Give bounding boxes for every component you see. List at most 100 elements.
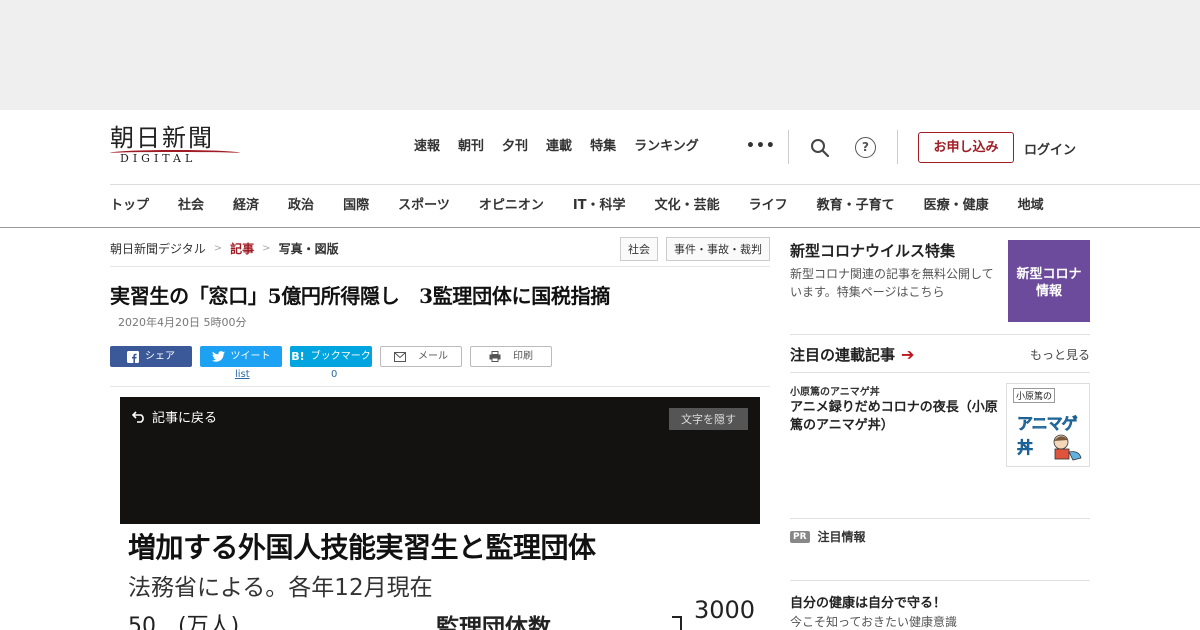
back-arrow-icon: [132, 410, 144, 423]
topnav-ranking[interactable]: ランキング: [634, 138, 699, 156]
divider: [897, 130, 898, 164]
divider: [790, 580, 1090, 581]
site-logo[interactable]: 朝日新聞 DIGITAL: [110, 124, 240, 168]
promo-description[interactable]: 今こそ知っておきたい健康意識: [790, 613, 957, 630]
back-to-article-link[interactable]: 記事に戻る: [132, 407, 217, 426]
share-buttons: シェア ツイート B! ブックマーク メール 印刷: [110, 346, 552, 367]
catnav-top[interactable]: トップ: [110, 185, 149, 228]
hide-text-button[interactable]: 文字を隠す: [669, 408, 748, 430]
breadcrumb: 朝日新聞デジタル > 記事 > 写真・図版: [110, 240, 339, 257]
pr-section-label: 注目情報: [817, 530, 866, 544]
topnav-feature[interactable]: 特集: [590, 138, 616, 156]
infographic-left-axis-label: 50 (万人): [128, 614, 240, 630]
promo-title[interactable]: 自分の健康は自分で守る！: [790, 592, 946, 611]
top-ad-area: [0, 0, 1200, 110]
twitter-count[interactable]: list: [235, 369, 250, 380]
category-nav: トップ 社会 経済 政治 国際 スポーツ オピニオン IT・科学 文化・芸能 ラ…: [110, 184, 1200, 228]
tag-society[interactable]: 社会: [620, 237, 658, 261]
top-nav: 速報 朝刊 夕刊 連載 特集 ランキング: [414, 138, 717, 156]
more-link[interactable]: もっと見る: [1030, 346, 1090, 363]
catnav-health[interactable]: 医療・健康: [924, 185, 989, 228]
print-label: 印刷: [513, 351, 533, 362]
divider: [110, 386, 770, 387]
serial-section-title[interactable]: 注目の連載記事 ➔: [790, 344, 914, 365]
article-main: 朝日新聞デジタル > 記事 > 写真・図版 社会 事件・事故・裁判 実習生の「窓…: [110, 228, 770, 630]
logo-text: 朝日新聞: [110, 124, 214, 152]
divider: [790, 334, 1090, 335]
divider: [790, 518, 1090, 519]
hatena-bookmark-button[interactable]: B! ブックマーク: [290, 346, 372, 367]
article-tags: 社会 事件・事故・裁判: [620, 237, 770, 261]
hatena-count[interactable]: 0: [331, 369, 337, 380]
serial-section-label: 注目の連載記事: [790, 346, 896, 364]
pr-badge: PR: [790, 530, 810, 543]
topnav-morning[interactable]: 朝刊: [458, 138, 484, 156]
infographic-series-label: 監理団体数: [436, 615, 551, 630]
photo-viewer: 記事に戻る 文字を隠す: [120, 397, 760, 524]
article-headline: 実習生の「窓口」5億円所得隠し 3監理団体に国税指摘: [110, 284, 611, 308]
catnav-politics[interactable]: 政治: [288, 185, 314, 228]
breadcrumb-home[interactable]: 朝日新聞デジタル: [110, 240, 206, 257]
mail-label: メール: [418, 351, 448, 362]
infographic-image: 増加する外国人技能実習生と監理団体 法務省による。各年12月現在 50 (万人)…: [120, 524, 760, 630]
catnav-region[interactable]: 地域: [1018, 185, 1044, 228]
facebook-share-label: シェア: [145, 351, 175, 362]
subscribe-button[interactable]: お申し込み: [918, 132, 1014, 163]
pr-section-header: PR 注目情報: [790, 528, 866, 545]
breadcrumb-section[interactable]: 記事: [230, 240, 254, 257]
topnav-breaking[interactable]: 速報: [414, 138, 440, 156]
catnav-culture[interactable]: 文化・芸能: [655, 185, 720, 228]
infographic-right-axis-label: 3000: [694, 596, 756, 624]
hatena-icon: B!: [291, 350, 305, 363]
logo-swoosh: [110, 150, 240, 156]
corona-feature-description[interactable]: 新型コロナ関連の記事を無料公開しています。特集ページはこちら: [790, 265, 1002, 301]
catnav-life[interactable]: ライフ: [749, 185, 788, 228]
facebook-share-button[interactable]: シェア: [110, 346, 192, 367]
sidebar: 新型コロナウイルス特集 新型コロナ関連の記事を無料公開しています。特集ページはこ…: [790, 228, 1090, 630]
mail-share-button[interactable]: メール: [380, 346, 462, 367]
breadcrumb-separator: >: [262, 243, 271, 254]
topnav-evening[interactable]: 夕刊: [502, 138, 528, 156]
twitter-icon: [211, 351, 225, 362]
catnav-economy[interactable]: 経済: [233, 185, 259, 228]
infographic-subtitle: 法務省による。各年12月現在: [128, 575, 433, 601]
corona-banner-line2: 情報: [1035, 284, 1062, 299]
catnav-sports[interactable]: スポーツ: [398, 185, 450, 228]
serial-category[interactable]: 小原篤のアニマゲ丼: [790, 383, 880, 398]
corona-feature-banner[interactable]: 新型コロナ 情報: [1008, 240, 1090, 322]
infographic-title: 増加する外国人技能実習生と監理団体: [128, 531, 596, 564]
corona-feature-title[interactable]: 新型コロナウイルス特集: [790, 240, 955, 261]
back-to-article-label: 記事に戻る: [152, 411, 218, 426]
print-button[interactable]: 印刷: [470, 346, 552, 367]
login-link[interactable]: ログイン: [1024, 139, 1076, 158]
twitter-share-button[interactable]: ツイート: [200, 346, 282, 367]
breadcrumb-separator: >: [213, 243, 223, 254]
serial-thumbnail[interactable]: 小原篤の アニマゲ丼: [1006, 383, 1090, 467]
printer-icon: [489, 351, 501, 362]
breadcrumb-current: 写真・図版: [278, 242, 339, 256]
search-icon[interactable]: [810, 138, 830, 158]
more-menu-button[interactable]: •••: [746, 138, 776, 154]
catnav-society[interactable]: 社会: [178, 185, 204, 228]
divider: [790, 372, 1090, 373]
hatena-bookmark-label: ブックマーク: [310, 351, 371, 362]
corona-banner-line1: 新型コロナ: [1016, 267, 1082, 282]
divider: [110, 266, 770, 267]
site-header: 朝日新聞 DIGITAL 速報 朝刊 夕刊 連載 特集 ランキング ••• ? …: [0, 110, 1200, 228]
catnav-it-science[interactable]: IT・科学: [573, 185, 626, 228]
serial-headline[interactable]: アニメ録りだめコロナの夜長（小原篤のアニマゲ丼）: [790, 399, 1000, 435]
facebook-icon: [127, 350, 139, 363]
twitter-share-label: ツイート: [230, 351, 271, 362]
character-illustration: [1053, 434, 1082, 461]
arrow-right-icon: ➔: [901, 345, 915, 364]
catnav-international[interactable]: 国際: [343, 185, 369, 228]
catnav-education[interactable]: 教育・子育て: [817, 185, 895, 228]
divider: [788, 130, 789, 164]
topnav-serial[interactable]: 連載: [546, 138, 572, 156]
infographic-bracket: [672, 616, 682, 630]
catnav-opinion[interactable]: オピニオン: [479, 185, 544, 228]
tag-incidents[interactable]: 事件・事故・裁判: [666, 237, 770, 261]
thumbnail-label: 小原篤の: [1013, 388, 1056, 403]
help-icon[interactable]: ?: [855, 137, 876, 158]
article-date: 2020年4月20日 5時00分: [118, 316, 247, 329]
